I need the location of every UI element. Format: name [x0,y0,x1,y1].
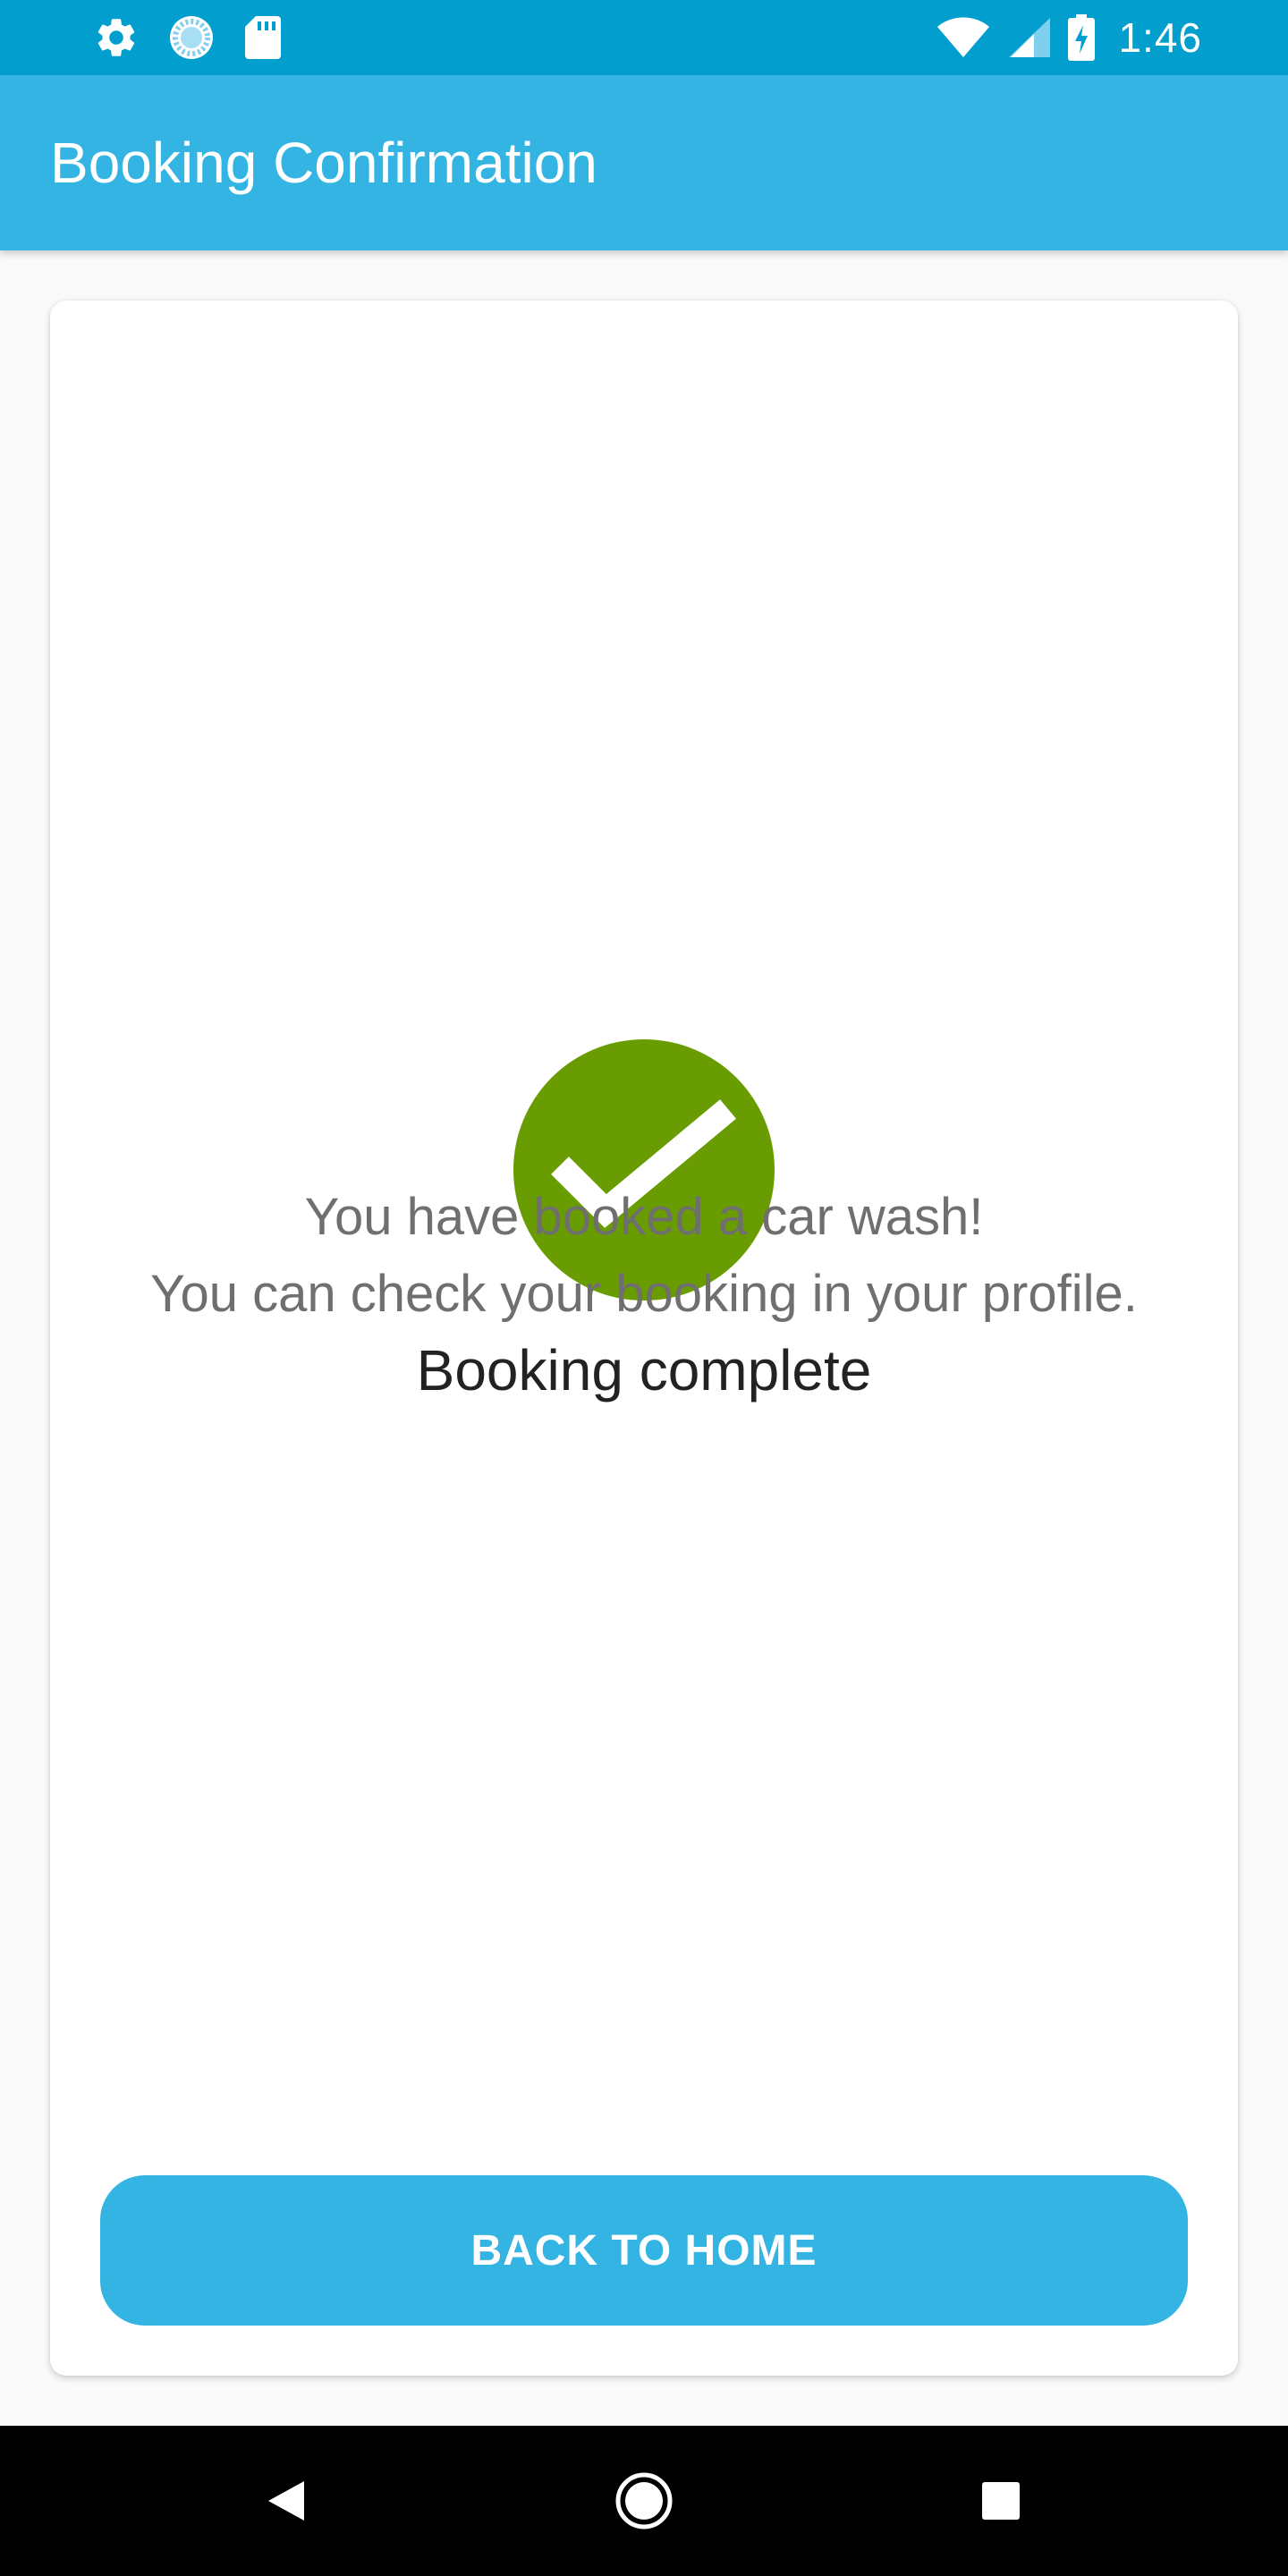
navigation-bar [0,2426,1288,2576]
wifi-icon [936,16,991,59]
page-title: Booking Confirmation [50,131,597,195]
recents-icon[interactable] [977,2426,1025,2576]
status-bar: 1:46 [0,0,1288,75]
status-time: 1:46 [1118,14,1202,61]
confirmation-card: Booking complete You have booked a car w… [50,301,1238,2376]
confirmation-title: Booking complete [416,1338,872,1402]
signal-icon [1007,16,1052,59]
confirmation-message-line: You have booked a car wash! [304,1188,984,1246]
status-right-icons: 1:46 [936,13,1202,63]
battery-charging-icon [1068,14,1096,61]
sync-icon [168,14,215,61]
back-to-home-button[interactable]: BACK TO HOME [100,2175,1188,2326]
confirmation-message-line: You can check your booking in your profi… [150,1265,1138,1323]
confirmation-message: You have booked a car wash! You can chec… [50,1179,1238,1333]
home-icon[interactable] [606,2426,682,2576]
sd-card-icon [243,14,283,61]
app-bar: Booking Confirmation [0,75,1288,250]
back-icon[interactable] [250,2426,322,2576]
status-left-icons [93,14,283,61]
gear-icon [93,14,140,61]
